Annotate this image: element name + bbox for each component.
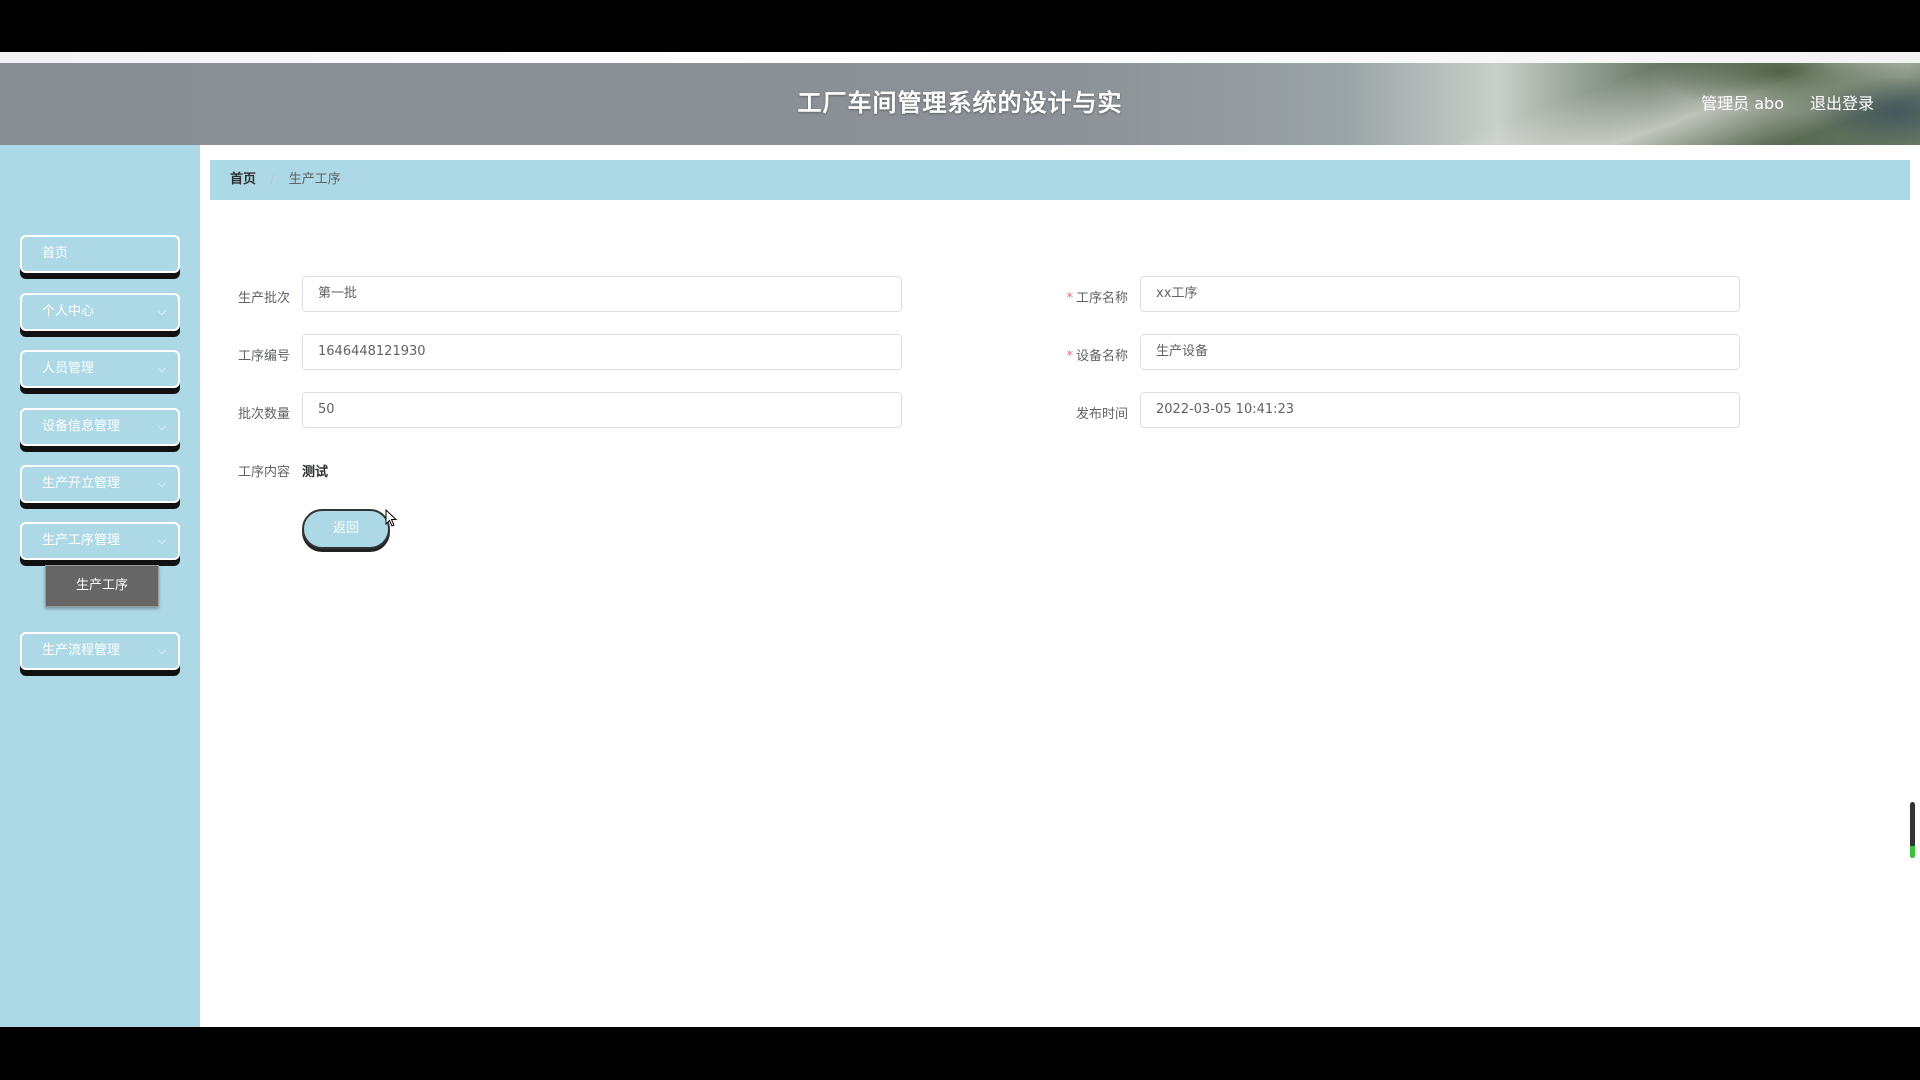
chevron-down-icon: ⌵ xyxy=(157,305,166,318)
app-title: 工厂车间管理系统的设计与实 xyxy=(797,89,1123,117)
process-no-label-text: 工序编号 xyxy=(237,349,290,364)
chevron-down-icon: ⌵ xyxy=(157,534,166,547)
process-name-label-text: 工序名称 xyxy=(1075,291,1128,306)
sidebar-item-home[interactable]: 首页 xyxy=(20,235,180,273)
screen: 工厂车间管理系统的设计与实 管理员 abo 退出登录 首页 个人中心 ⌵ 人员管… xyxy=(0,0,1920,1080)
logout-link[interactable]: 退出登录 xyxy=(1810,90,1874,114)
sidebar-item-production-open[interactable]: 生产开立管理 ⌵ xyxy=(20,465,180,503)
sidebar-item-process[interactable]: 生产工序管理 ⌵ xyxy=(20,522,180,560)
main-content: 首页 / 生产工序 生产批次 第一批 * 工序名称 xx工序 工序编号 16464… xyxy=(200,145,1920,1027)
device-name-field[interactable]: 生产设备 xyxy=(1140,334,1740,370)
mouse-cursor-icon xyxy=(385,509,397,527)
sidebar-item-label: 首页 xyxy=(42,246,69,261)
back-button[interactable]: 返回 xyxy=(302,509,390,549)
top-strip xyxy=(0,52,1920,63)
sidebar-item-staff[interactable]: 人员管理 ⌵ xyxy=(20,350,180,388)
batch-label: 生产批次 xyxy=(200,287,290,306)
sidebar-item-flow[interactable]: 生产流程管理 ⌵ xyxy=(20,632,180,670)
sidebar-item-label: 个人中心 xyxy=(42,304,95,319)
sidebar-item-equipment[interactable]: 设备信息管理 ⌵ xyxy=(20,408,180,446)
content-label-text: 工序内容 xyxy=(237,465,290,480)
batch-label-text: 生产批次 xyxy=(237,291,290,306)
scrollbar-thumb[interactable] xyxy=(1910,802,1915,858)
sidebar-item-label: 生产流程管理 xyxy=(42,643,121,658)
publish-time-field[interactable]: 2022-03-05 10:41:23 xyxy=(1140,392,1740,428)
chevron-down-icon: ⌵ xyxy=(157,644,166,657)
content-label: 工序内容 xyxy=(200,461,290,480)
breadcrumb-current: 生产工序 xyxy=(288,172,341,187)
current-user: 管理员 abo xyxy=(1701,94,1784,113)
process-name-field[interactable]: xx工序 xyxy=(1140,276,1740,312)
header: 工厂车间管理系统的设计与实 管理员 abo 退出登录 xyxy=(0,63,1920,145)
batch-qty-label-text: 批次数量 xyxy=(237,407,290,422)
content-value: 测试 xyxy=(302,465,329,480)
sidebar-item-label: 生产开立管理 xyxy=(42,476,121,491)
sidebar-item-label: 生产工序管理 xyxy=(42,533,121,548)
required-mark: * xyxy=(1066,349,1073,364)
chevron-down-icon: ⌵ xyxy=(157,477,166,490)
device-name-label-text: 设备名称 xyxy=(1075,349,1128,364)
chevron-down-icon: ⌵ xyxy=(157,420,166,433)
batch-qty-label: 批次数量 xyxy=(200,403,290,422)
required-mark: * xyxy=(1066,291,1073,306)
breadcrumb-separator: / xyxy=(270,172,275,187)
app-window: 工厂车间管理系统的设计与实 管理员 abo 退出登录 首页 个人中心 ⌵ 人员管… xyxy=(0,52,1920,1027)
batch-field[interactable]: 第一批 xyxy=(302,276,902,312)
sidebar-subitem-process[interactable]: 生产工序 xyxy=(45,565,159,607)
sidebar-item-label: 设备信息管理 xyxy=(42,419,121,434)
sidebar-item-personal-center[interactable]: 个人中心 ⌵ xyxy=(20,293,180,331)
sidebar-item-label: 人员管理 xyxy=(42,361,95,376)
breadcrumb-home[interactable]: 首页 xyxy=(230,172,256,187)
publish-time-label-text: 发布时间 xyxy=(1075,407,1128,422)
process-no-field[interactable]: 1646448121930 xyxy=(302,334,902,370)
sidebar: 首页 个人中心 ⌵ 人员管理 ⌵ 设备信息管理 ⌵ 生产开立管理 ⌵ 生产工序管… xyxy=(0,145,200,1027)
batch-qty-field[interactable]: 50 xyxy=(302,392,902,428)
publish-time-label: 发布时间 xyxy=(1038,403,1128,422)
process-name-label: * 工序名称 xyxy=(1038,287,1128,306)
chevron-down-icon: ⌵ xyxy=(157,362,166,375)
breadcrumb: 首页 / 生产工序 xyxy=(210,160,1910,200)
process-no-label: 工序编号 xyxy=(200,345,290,364)
scrollbar-indicator xyxy=(1910,846,1915,858)
device-name-label: * 设备名称 xyxy=(1038,345,1128,364)
